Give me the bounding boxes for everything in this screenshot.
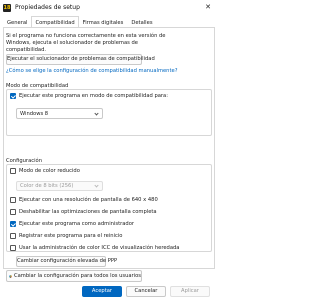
cancel-button[interactable]: Cancelar (126, 286, 166, 297)
app-icon: 18 (3, 3, 11, 12)
legacy-icc-label: Usar la administración de color ICC de v… (19, 245, 180, 251)
title-bar: 18 Propiedades de setup ✕ (0, 0, 218, 15)
chevron-down-icon (94, 110, 99, 116)
fullscreen-opt-checkbox[interactable] (10, 209, 16, 215)
register-restart-label: Registrar este programa para el reinicio (19, 233, 123, 239)
resolution-label: Ejecutar con una resolución de pantalla … (19, 197, 158, 203)
reduced-color-label: Modo de color reducido (19, 168, 80, 174)
reduced-color-row[interactable]: Modo de color reducido (10, 168, 80, 174)
intro-line-2: Windows, ejecuta el solucionador de prob… (6, 40, 138, 46)
fullscreen-opt-row[interactable]: Deshabilitar las optimizaciones de panta… (10, 209, 157, 215)
shield-icon (9, 274, 12, 278)
fullscreen-opt-label: Deshabilitar las optimizaciones de panta… (19, 209, 157, 215)
compat-mode-checkbox[interactable] (10, 93, 16, 99)
intro-text: Si el programa no funciona correctamente… (6, 33, 211, 54)
compat-mode-checkbox-row[interactable]: Ejecutar este programa en modo de compat… (10, 93, 168, 99)
run-troubleshooter-button[interactable]: Ejecutar el solucionador de problemas de… (6, 54, 155, 65)
color-depth-value: Color de 8 bits (256) (20, 183, 74, 189)
os-select[interactable]: Windows 8 (16, 108, 103, 119)
ok-button[interactable]: Aceptar (82, 286, 122, 297)
run-as-admin-row[interactable]: Ejecutar este programa como administrado… (10, 221, 134, 227)
apply-button[interactable]: Aplicar (170, 286, 210, 297)
chevron-down-icon (94, 183, 99, 188)
legacy-icc-checkbox[interactable] (10, 245, 16, 251)
os-select-value: Windows 8 (20, 110, 49, 117)
run-as-admin-label: Ejecutar este programa como administrado… (19, 221, 135, 227)
register-restart-checkbox[interactable] (10, 233, 16, 239)
reduced-color-checkbox[interactable] (10, 168, 16, 174)
intro-line-3: compatibilidad. (6, 47, 47, 53)
change-dpi-button[interactable]: Cambiar configuración elevada de PPP (16, 256, 117, 267)
resolution-row[interactable]: Ejecutar con una resolución de pantalla … (10, 197, 158, 203)
compat-mode-checkbox-label: Ejecutar este programa en modo de compat… (19, 93, 168, 99)
run-as-admin-checkbox[interactable] (10, 221, 16, 227)
change-all-users-button[interactable]: Cambiar la configuración para todos los … (6, 270, 142, 282)
color-depth-select[interactable]: Color de 8 bits (256) (16, 181, 103, 191)
register-restart-row[interactable]: Registrar este programa para el reinicio (10, 233, 122, 239)
legacy-icc-row[interactable]: Usar la administración de color ICC de v… (10, 245, 180, 251)
window-title: Propiedades de setup (15, 4, 80, 11)
close-icon[interactable]: ✕ (203, 2, 213, 12)
intro-line-1: Si el programa no funciona correctamente… (6, 33, 166, 39)
manual-compat-link[interactable]: ¿Cómo se elige la configuración de compa… (6, 68, 177, 74)
change-all-users-label: Cambiar la configuración para todos los … (13, 273, 141, 279)
resolution-checkbox[interactable] (10, 197, 16, 203)
